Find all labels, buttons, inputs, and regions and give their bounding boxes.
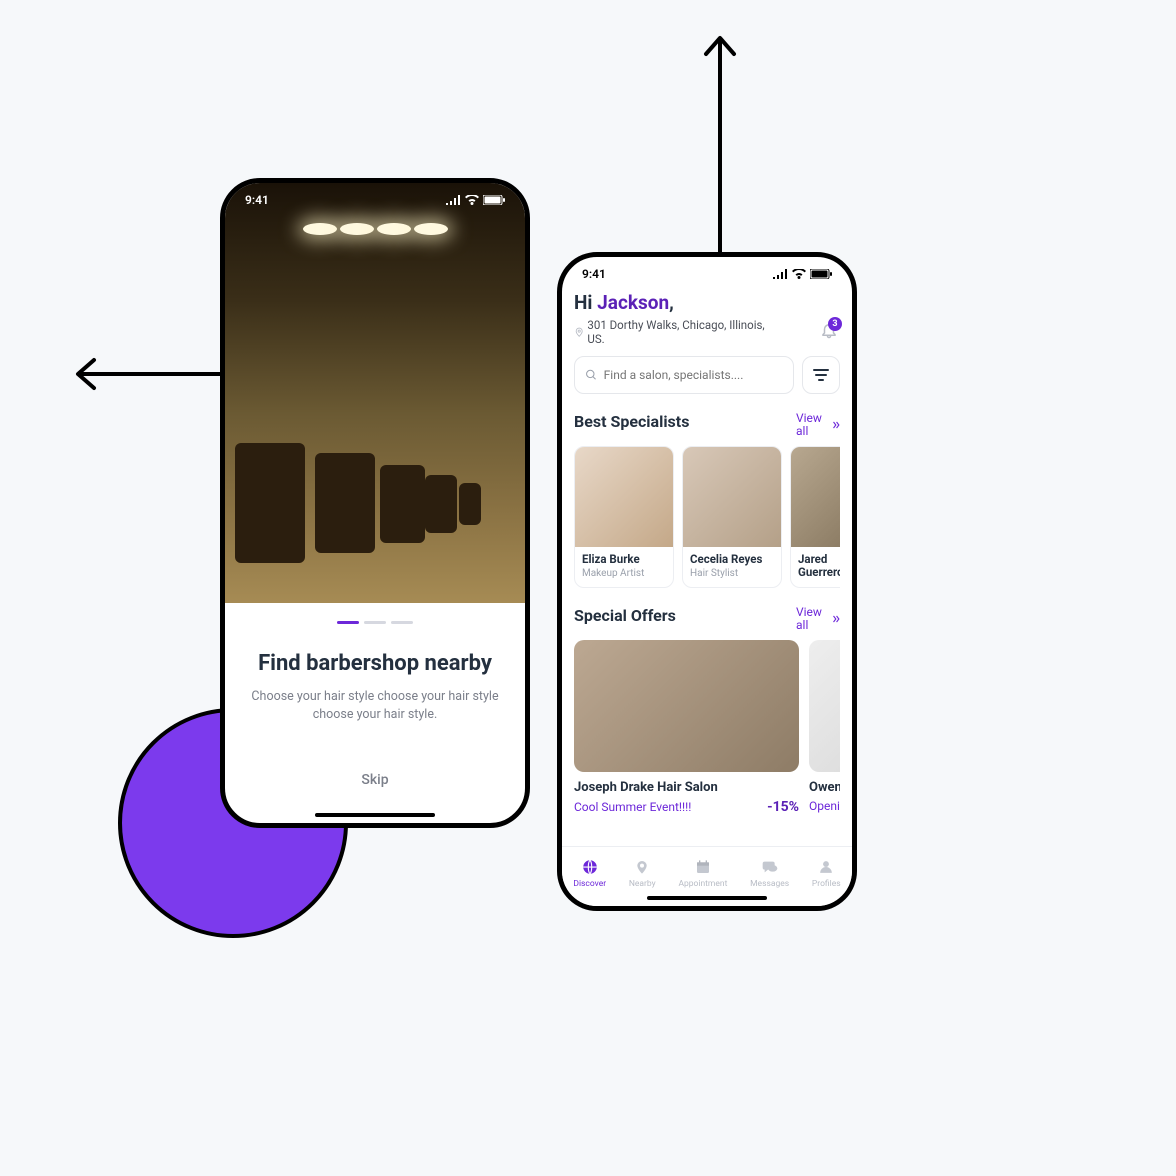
- chevron-right-icon: [832, 615, 840, 623]
- greeting-comma: ,: [669, 291, 674, 314]
- specialist-name: Jared Guerrero: [798, 553, 840, 578]
- tab-label: Appointment: [678, 879, 727, 889]
- onboard-subtitle: Choose your hair style choose your hair …: [249, 688, 501, 724]
- tab-appointment[interactable]: Appointment: [678, 857, 727, 889]
- offer-title: Joseph Drake Hair Salon: [574, 780, 799, 795]
- tab-label: Messages: [750, 879, 789, 889]
- home-indicator: [647, 896, 767, 900]
- offer-image: [574, 640, 799, 772]
- offer-event: Openi: [809, 799, 840, 813]
- hero-barbershop-image: [225, 183, 525, 603]
- tab-discover[interactable]: Discover: [573, 857, 606, 889]
- search-input[interactable]: [604, 368, 783, 382]
- offer-image: [809, 640, 840, 772]
- specialist-name: Cecelia Reyes: [690, 553, 774, 566]
- specialist-image: [575, 447, 673, 547]
- specialists-title: Best Specialists: [574, 412, 689, 431]
- chevron-right-icon: [832, 421, 840, 429]
- greeting: Hi Jackson,: [574, 291, 840, 314]
- status-icons: [446, 195, 505, 205]
- chat-icon: [761, 859, 779, 875]
- offers-view-all[interactable]: View all: [796, 606, 840, 632]
- phone-onboarding: 9:41 Find barbershop nearby Choose your …: [220, 178, 530, 828]
- pager-1[interactable]: [337, 621, 359, 624]
- battery-icon: [483, 195, 505, 205]
- phone-home: 9:41 3 Hi Jackson, 301 Dorthy Walks, Chi…: [557, 252, 857, 911]
- specialist-card[interactable]: Cecelia Reyes Hair Stylist: [682, 446, 782, 587]
- specialist-card[interactable]: Eliza Burke Makeup Artist: [574, 446, 674, 587]
- specialist-card[interactable]: Jared Guerrero: [790, 446, 840, 587]
- user-icon: [819, 859, 833, 875]
- specialist-name: Eliza Burke: [582, 553, 666, 566]
- greeting-hi: Hi: [574, 291, 597, 314]
- tab-label: Profiles: [812, 879, 841, 889]
- tab-label: Nearby: [629, 879, 656, 889]
- address-row[interactable]: 301 Dorthy Walks, Chicago, Illinois, US.: [574, 318, 774, 346]
- wifi-icon: [465, 195, 479, 205]
- offer-title: Owen: [809, 780, 840, 795]
- skip-button[interactable]: Skip: [361, 772, 388, 788]
- pager-2[interactable]: [364, 621, 386, 624]
- status-bar: 9:41: [225, 183, 525, 213]
- specialist-role: Hair Stylist: [690, 568, 774, 579]
- home-indicator: [315, 813, 435, 817]
- offer-card[interactable]: Owen Openi: [809, 640, 840, 815]
- pager-3[interactable]: [391, 621, 413, 624]
- filter-icon: [813, 368, 829, 382]
- pager-dots[interactable]: [249, 621, 501, 624]
- notification-button[interactable]: 3: [820, 321, 838, 339]
- globe-icon: [581, 858, 599, 876]
- status-bar: 9:41: [562, 257, 852, 287]
- specialists-view-all[interactable]: View all: [796, 412, 840, 438]
- arrow-left-icon: [68, 352, 238, 396]
- tab-profiles[interactable]: Profiles: [812, 857, 841, 889]
- offer-event: Cool Summer Event!!!!: [574, 800, 691, 814]
- greeting-name: Jackson: [597, 291, 669, 314]
- onboard-title: Find barbershop nearby: [249, 650, 501, 678]
- status-icons: [773, 269, 832, 279]
- filter-button[interactable]: [802, 356, 840, 394]
- tab-messages[interactable]: Messages: [750, 857, 789, 889]
- arrow-up-icon: [700, 30, 740, 290]
- offer-card[interactable]: Joseph Drake Hair Salon Cool Summer Even…: [574, 640, 799, 815]
- specialist-role: Makeup Artist: [582, 568, 666, 579]
- tab-nearby[interactable]: Nearby: [629, 857, 656, 889]
- tab-label: Discover: [573, 879, 606, 889]
- search-input-wrap[interactable]: [574, 356, 794, 394]
- wifi-icon: [792, 269, 806, 279]
- signal-icon: [446, 195, 461, 205]
- offers-row[interactable]: Joseph Drake Hair Salon Cool Summer Even…: [574, 640, 840, 815]
- specialists-row[interactable]: Eliza Burke Makeup Artist Cecelia Reyes …: [574, 446, 840, 587]
- offers-title: Special Offers: [574, 606, 676, 625]
- pin-icon: [574, 326, 584, 338]
- status-time: 9:41: [582, 267, 606, 281]
- pin-icon: [634, 858, 650, 876]
- address-text: 301 Dorthy Walks, Chicago, Illinois, US.: [587, 318, 774, 346]
- search-icon: [585, 368, 598, 382]
- calendar-icon: [695, 859, 711, 875]
- battery-icon: [810, 269, 832, 279]
- specialist-image: [791, 447, 840, 547]
- onboard-content: Find barbershop nearby Choose your hair …: [225, 603, 525, 806]
- status-time: 9:41: [245, 193, 269, 207]
- specialist-image: [683, 447, 781, 547]
- offer-discount: -15%: [767, 799, 799, 815]
- signal-icon: [773, 269, 788, 279]
- notification-badge: 3: [828, 317, 842, 331]
